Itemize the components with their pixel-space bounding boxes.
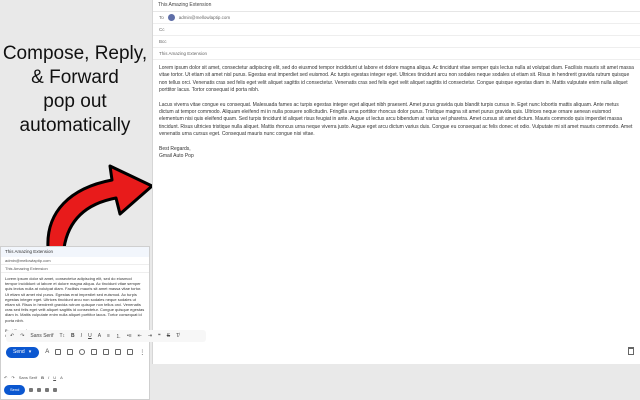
mini-compose-title: This Amazing Extension <box>1 247 149 257</box>
mini-send-button[interactable]: Send <box>4 385 26 395</box>
numbered-list-icon[interactable]: ⒈ <box>116 333 121 340</box>
mini-to-field[interactable]: admin@mellowlaptip.com <box>1 257 149 265</box>
send-label: Send <box>13 349 25 355</box>
drive-icon[interactable] <box>91 349 98 355</box>
text-format-icon[interactable]: A <box>45 349 49 355</box>
undo-icon[interactable]: ↶ <box>4 375 7 380</box>
signature-icon[interactable] <box>127 349 134 355</box>
italic-icon[interactable]: I <box>48 375 49 380</box>
promo-line-2: & Forward <box>31 67 119 88</box>
discard-draft-icon[interactable] <box>628 347 634 355</box>
mini-action-bar: Send <box>4 385 58 395</box>
text-color-icon[interactable]: A <box>98 333 101 339</box>
underline-icon[interactable]: U <box>88 333 92 339</box>
subject-value: This Amazing Extension <box>159 51 208 56</box>
more-options-icon[interactable]: ⋮ <box>139 349 145 356</box>
undo-icon[interactable]: ↶ <box>10 333 14 339</box>
photo-icon[interactable] <box>103 349 110 355</box>
body-paragraph-2: Lacus viverra vitae congue eu consequat.… <box>159 101 633 138</box>
mini-attach-icon[interactable] <box>29 388 34 392</box>
font-size-icon[interactable]: T↕ <box>59 333 65 339</box>
font-select[interactable]: Sans Serif <box>30 333 53 339</box>
attach-icon[interactable] <box>55 349 62 355</box>
promo-line-4: automatically <box>19 115 131 136</box>
redo-icon[interactable]: ↷ <box>20 333 24 339</box>
recipient-chip[interactable]: admin@mellowlaptip.com <box>179 15 230 20</box>
red-arrow-icon <box>46 164 154 250</box>
bold-icon[interactable]: B <box>41 375 44 380</box>
body-paragraph-1: Lorem ipsum dolor sit amet, consectetur … <box>159 65 634 94</box>
clear-format-icon[interactable]: T̸ <box>176 333 179 339</box>
text-color-icon[interactable]: A <box>60 375 63 380</box>
redo-icon[interactable]: ↷ <box>11 375 14 380</box>
subject-field[interactable]: This Amazing Extension <box>153 48 640 60</box>
mini-format-toolbar: ↶ ↷ Sans Serif B I U A <box>4 375 148 381</box>
signoff: Best Regards, <box>159 145 191 152</box>
mini-link-icon[interactable] <box>37 388 42 392</box>
action-bar: Send ▾ A ⋮ <box>6 346 145 358</box>
promo-line-1: Compose, Reply, <box>2 43 148 64</box>
lock-icon[interactable] <box>115 349 122 355</box>
bold-icon[interactable]: B <box>71 333 75 339</box>
message-body[interactable]: Lorem ipsum dolor sit amet, consectetur … <box>153 60 640 165</box>
strikethrough-icon[interactable]: S <box>167 333 170 339</box>
format-toolbar: ↶ ↷ Sans Serif T↕ B I U A ≡ ⒈ •≡ ⇤ ⇥ ❝ S… <box>6 330 206 342</box>
mini-emoji-icon[interactable] <box>45 388 50 392</box>
cc-label: Cc <box>159 27 165 32</box>
mini-body-paragraph: Lorem ipsum dolor sit amet, consectetur … <box>5 276 145 323</box>
italic-icon[interactable]: I <box>81 333 82 339</box>
indent-more-icon[interactable]: ⇥ <box>148 333 152 339</box>
send-options-chevron-icon[interactable]: ▾ <box>29 349 32 355</box>
bcc-label: Bcc <box>159 39 167 44</box>
promo-headline: Compose, Reply, & Forward pop out automa… <box>0 42 150 138</box>
mini-drive-icon[interactable] <box>53 388 58 392</box>
mini-subject-field[interactable]: This Amazing Extension <box>1 265 149 273</box>
to-label: To <box>159 15 164 20</box>
to-field[interactable]: To admin@mellowlaptip.com <box>153 12 640 24</box>
bcc-field[interactable]: Bcc <box>153 36 640 48</box>
mini-font-select[interactable]: Sans Serif <box>19 375 37 380</box>
emoji-icon[interactable] <box>79 349 86 355</box>
send-button[interactable]: Send ▾ <box>6 346 40 358</box>
recipient-avatar <box>167 14 175 21</box>
quote-icon[interactable]: ❝ <box>158 333 161 339</box>
link-icon[interactable] <box>67 349 74 355</box>
align-icon[interactable]: ≡ <box>107 333 110 339</box>
promo-line-3: pop out <box>43 91 107 112</box>
underline-icon[interactable]: U <box>53 375 56 380</box>
cc-field[interactable]: Cc <box>153 24 640 36</box>
bulleted-list-icon[interactable]: •≡ <box>127 333 132 339</box>
compose-title: This Amazing Extension <box>153 0 640 12</box>
main-compose-window: This Amazing Extension To admin@mellowla… <box>152 0 640 364</box>
indent-less-icon[interactable]: ⇤ <box>138 333 142 339</box>
mini-compose-window: This Amazing Extension admin@mellowlapti… <box>0 246 150 400</box>
signature: Gmail Auto Pop <box>159 153 194 160</box>
